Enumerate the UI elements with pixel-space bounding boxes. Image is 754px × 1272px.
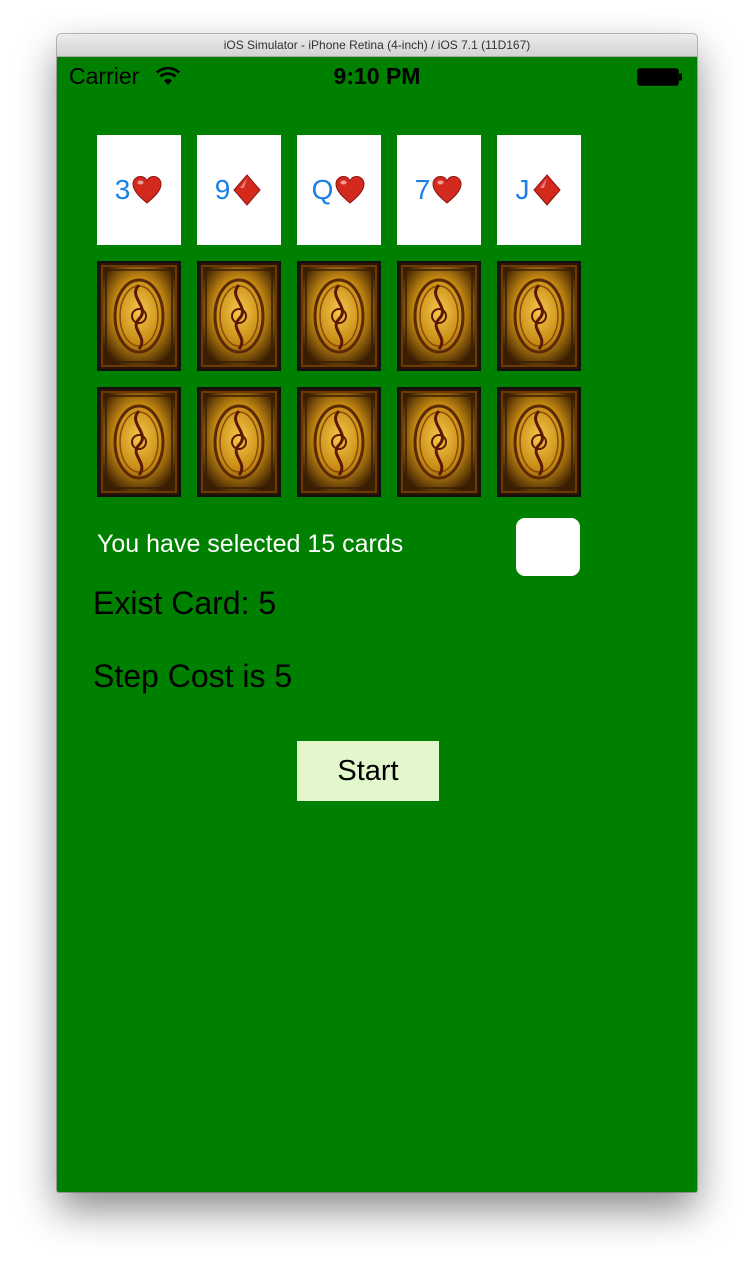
dragon-card-back-icon: [99, 263, 179, 369]
status-bar: Carrier 9:10 PM: [57, 57, 697, 97]
dragon-card-back-icon: [99, 389, 179, 495]
dragon-card-back-icon: [499, 263, 579, 369]
card-rank: 7: [414, 174, 431, 205]
exist-card-label: Exist Card: 5: [93, 585, 277, 621]
card-face-up[interactable]: 7: [397, 135, 481, 245]
battery-icon: [637, 68, 682, 86]
clock: 9:10 PM: [333, 63, 421, 89]
card-face-down[interactable]: [97, 387, 181, 497]
card-face-up[interactable]: Q: [297, 135, 381, 245]
card-face-down[interactable]: [297, 261, 381, 371]
card-face-down[interactable]: [197, 261, 281, 371]
dragon-card-back-icon: [199, 389, 279, 495]
heart-icon: [335, 175, 365, 204]
card-rank: 3: [114, 174, 131, 205]
step-cost-label: Step Cost is 5: [93, 658, 293, 694]
card-face-down[interactable]: [397, 261, 481, 371]
card-rank: J: [515, 174, 530, 205]
card-face-down[interactable]: [197, 387, 281, 497]
dragon-card-back-icon: [399, 263, 479, 369]
dragon-card-back-icon: [299, 263, 379, 369]
dragon-card-back-icon: [399, 389, 479, 495]
dragon-card-back-icon: [199, 263, 279, 369]
simulator-window: iOS Simulator - iPhone Retina (4-inch) /…: [57, 34, 697, 1192]
card-face-down[interactable]: [397, 387, 481, 497]
card-rank: Q: [311, 174, 334, 205]
start-button[interactable]: Start: [297, 741, 439, 801]
heart-icon: [132, 175, 162, 204]
card-face-down[interactable]: [497, 261, 581, 371]
dragon-card-back-icon: [499, 389, 579, 495]
card-rank: 9: [214, 174, 231, 205]
selected-count-label: You have selected 15 cards: [97, 530, 404, 558]
card-face-up[interactable]: 9: [197, 135, 281, 245]
card-face-down[interactable]: [497, 387, 581, 497]
diamond-icon: [233, 174, 261, 206]
window-titlebar: iOS Simulator - iPhone Retina (4-inch) /…: [57, 34, 697, 57]
selection-indicator[interactable]: [516, 518, 580, 576]
diamond-icon: [532, 174, 561, 206]
heart-icon: [432, 175, 462, 204]
card-face-down[interactable]: [297, 387, 381, 497]
card-face-up[interactable]: 3: [97, 135, 181, 245]
card-face-up[interactable]: J: [497, 135, 581, 245]
dragon-card-back-icon: [299, 389, 379, 495]
card-face-down[interactable]: [97, 261, 181, 371]
